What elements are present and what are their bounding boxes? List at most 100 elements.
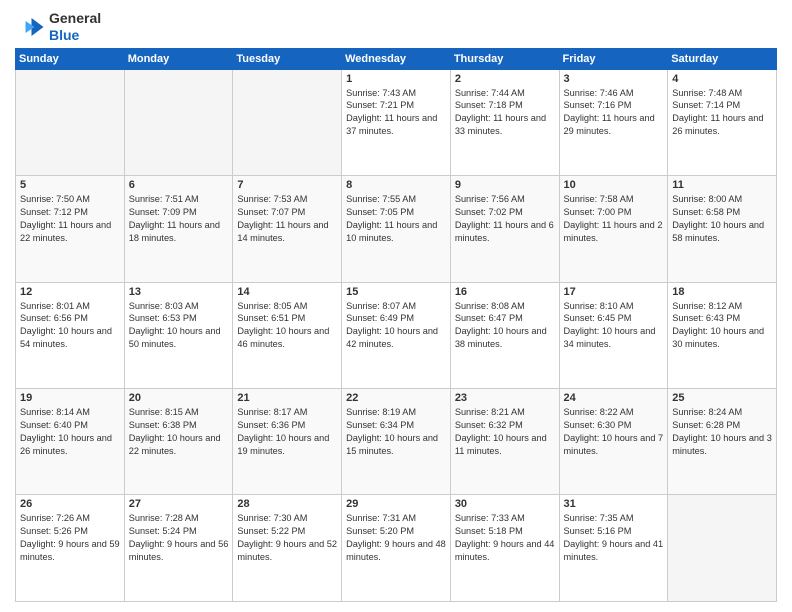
day-number: 4 — [672, 73, 772, 85]
day-number: 29 — [346, 498, 446, 510]
calendar-cell: 10 Sunrise: 7:58 AM Sunset: 7:00 PM Dayli… — [559, 176, 668, 282]
day-number: 16 — [455, 286, 555, 298]
day-number: 30 — [455, 498, 555, 510]
calendar-cell: 9 Sunrise: 7:56 AM Sunset: 7:02 PM Daylig… — [450, 176, 559, 282]
day-info: Sunrise: 8:10 AM Sunset: 6:45 PM Dayligh… — [564, 300, 664, 352]
day-info: Sunrise: 8:03 AM Sunset: 6:53 PM Dayligh… — [129, 300, 229, 352]
day-number: 9 — [455, 179, 555, 191]
calendar-cell: 29 Sunrise: 7:31 AM Sunset: 5:20 PM Dayli… — [342, 495, 451, 602]
day-info: Sunrise: 7:33 AM Sunset: 5:18 PM Dayligh… — [455, 512, 555, 564]
calendar-cell: 6Sunrise: 7:51 AM Sunset: 7:09 PM Daylig… — [124, 176, 233, 282]
day-info: Sunrise: 8:05 AM Sunset: 6:51 PM Dayligh… — [237, 300, 337, 352]
calendar-cell — [16, 69, 125, 175]
day-number: 10 — [564, 179, 664, 191]
day-number: 20 — [129, 392, 229, 404]
day-info: Sunrise: 7:30 AM Sunset: 5:22 PM Dayligh… — [237, 512, 337, 564]
day-info: Sunrise: 8:07 AM Sunset: 6:49 PM Dayligh… — [346, 300, 446, 352]
calendar-cell — [124, 69, 233, 175]
calendar-cell: 21 Sunrise: 8:17 AM Sunset: 6:36 PM Dayli… — [233, 389, 342, 495]
day-info: Sunrise: 8:12 AM Sunset: 6:43 PM Dayligh… — [672, 300, 772, 352]
day-number: 23 — [455, 392, 555, 404]
calendar-cell: 20 Sunrise: 8:15 AM Sunset: 6:38 PM Dayli… — [124, 389, 233, 495]
calendar-cell: 24Sunrise: 8:22 AM Sunset: 6:30 PM Dayli… — [559, 389, 668, 495]
day-number: 2 — [455, 73, 555, 85]
logo-text: General Blue — [49, 10, 101, 44]
header: General Blue — [15, 10, 777, 44]
weekday-tuesday: Tuesday — [233, 48, 342, 69]
day-number: 13 — [129, 286, 229, 298]
calendar-cell: 31Sunrise: 7:35 AM Sunset: 5:16 PM Dayli… — [559, 495, 668, 602]
calendar-cell — [233, 69, 342, 175]
day-info: Sunrise: 7:31 AM Sunset: 5:20 PM Dayligh… — [346, 512, 446, 564]
calendar-cell: 3 Sunrise: 7:46 AM Sunset: 7:16 PM Daylig… — [559, 69, 668, 175]
day-info: Sunrise: 8:17 AM Sunset: 6:36 PM Dayligh… — [237, 406, 337, 458]
calendar-cell: 2Sunrise: 7:44 AM Sunset: 7:18 PM Daylig… — [450, 69, 559, 175]
calendar-cell — [668, 495, 777, 602]
day-info: Sunrise: 7:48 AM Sunset: 7:14 PM Dayligh… — [672, 87, 772, 139]
calendar-cell: 15 Sunrise: 8:07 AM Sunset: 6:49 PM Dayli… — [342, 282, 451, 388]
day-number: 1 — [346, 73, 446, 85]
calendar-cell: 17 Sunrise: 8:10 AM Sunset: 6:45 PM Dayli… — [559, 282, 668, 388]
calendar-cell: 18 Sunrise: 8:12 AM Sunset: 6:43 PM Dayli… — [668, 282, 777, 388]
day-number: 24 — [564, 392, 664, 404]
weekday-monday: Monday — [124, 48, 233, 69]
day-info: Sunrise: 8:24 AM Sunset: 6:28 PM Dayligh… — [672, 406, 772, 458]
day-number: 3 — [564, 73, 664, 85]
day-number: 25 — [672, 392, 772, 404]
day-info: Sunrise: 7:53 AM Sunset: 7:07 PM Dayligh… — [237, 193, 337, 245]
week-row-0: 1 Sunrise: 7:43 AM Sunset: 7:21 PM Daylig… — [16, 69, 777, 175]
day-info: Sunrise: 8:00 AM Sunset: 6:58 PM Dayligh… — [672, 193, 772, 245]
day-info: Sunrise: 8:15 AM Sunset: 6:38 PM Dayligh… — [129, 406, 229, 458]
day-number: 31 — [564, 498, 664, 510]
day-info: Sunrise: 7:46 AM Sunset: 7:16 PM Dayligh… — [564, 87, 664, 139]
calendar-cell: 14 Sunrise: 8:05 AM Sunset: 6:51 PM Dayli… — [233, 282, 342, 388]
calendar-cell: 16 Sunrise: 8:08 AM Sunset: 6:47 PM Dayli… — [450, 282, 559, 388]
weekday-wednesday: Wednesday — [342, 48, 451, 69]
day-number: 18 — [672, 286, 772, 298]
calendar-cell: 23Sunrise: 8:21 AM Sunset: 6:32 PM Dayli… — [450, 389, 559, 495]
calendar-cell: 8 Sunrise: 7:55 AM Sunset: 7:05 PM Daylig… — [342, 176, 451, 282]
day-info: Sunrise: 7:43 AM Sunset: 7:21 PM Dayligh… — [346, 87, 446, 139]
calendar-cell: 12 Sunrise: 8:01 AM Sunset: 6:56 PM Dayli… — [16, 282, 125, 388]
weekday-header-row: SundayMondayTuesdayWednesdayThursdayFrid… — [16, 48, 777, 69]
day-info: Sunrise: 7:55 AM Sunset: 7:05 PM Dayligh… — [346, 193, 446, 245]
week-row-4: 26 Sunrise: 7:26 AM Sunset: 5:26 PM Dayli… — [16, 495, 777, 602]
day-info: Sunrise: 7:26 AM Sunset: 5:26 PM Dayligh… — [20, 512, 120, 564]
day-number: 7 — [237, 179, 337, 191]
calendar-cell: 25 Sunrise: 8:24 AM Sunset: 6:28 PM Dayli… — [668, 389, 777, 495]
day-number: 6 — [129, 179, 229, 191]
day-info: Sunrise: 8:08 AM Sunset: 6:47 PM Dayligh… — [455, 300, 555, 352]
calendar-cell: 19 Sunrise: 8:14 AM Sunset: 6:40 PM Dayli… — [16, 389, 125, 495]
day-number: 21 — [237, 392, 337, 404]
day-info: Sunrise: 7:28 AM Sunset: 5:24 PM Dayligh… — [129, 512, 229, 564]
day-number: 26 — [20, 498, 120, 510]
day-info: Sunrise: 8:19 AM Sunset: 6:34 PM Dayligh… — [346, 406, 446, 458]
calendar-cell: 22Sunrise: 8:19 AM Sunset: 6:34 PM Dayli… — [342, 389, 451, 495]
day-info: Sunrise: 8:01 AM Sunset: 6:56 PM Dayligh… — [20, 300, 120, 352]
day-number: 12 — [20, 286, 120, 298]
day-number: 28 — [237, 498, 337, 510]
calendar-cell: 11 Sunrise: 8:00 AM Sunset: 6:58 PM Dayli… — [668, 176, 777, 282]
calendar-cell: 7 Sunrise: 7:53 AM Sunset: 7:07 PM Daylig… — [233, 176, 342, 282]
day-number: 11 — [672, 179, 772, 191]
calendar: SundayMondayTuesdayWednesdayThursdayFrid… — [15, 48, 777, 602]
weekday-friday: Friday — [559, 48, 668, 69]
calendar-cell: 30 Sunrise: 7:33 AM Sunset: 5:18 PM Dayli… — [450, 495, 559, 602]
logo: General Blue — [15, 10, 101, 44]
day-number: 14 — [237, 286, 337, 298]
weekday-saturday: Saturday — [668, 48, 777, 69]
calendar-cell: 4 Sunrise: 7:48 AM Sunset: 7:14 PM Daylig… — [668, 69, 777, 175]
day-info: Sunrise: 7:50 AM Sunset: 7:12 PM Dayligh… — [20, 193, 120, 245]
weekday-thursday: Thursday — [450, 48, 559, 69]
day-number: 17 — [564, 286, 664, 298]
page: General Blue SundayMondayTuesdayWednesda… — [0, 0, 792, 612]
day-number: 15 — [346, 286, 446, 298]
week-row-3: 19 Sunrise: 8:14 AM Sunset: 6:40 PM Dayli… — [16, 389, 777, 495]
day-number: 5 — [20, 179, 120, 191]
day-info: Sunrise: 7:58 AM Sunset: 7:00 PM Dayligh… — [564, 193, 664, 245]
calendar-cell: 27Sunrise: 7:28 AM Sunset: 5:24 PM Dayli… — [124, 495, 233, 602]
day-info: Sunrise: 7:56 AM Sunset: 7:02 PM Dayligh… — [455, 193, 555, 245]
day-number: 8 — [346, 179, 446, 191]
day-info: Sunrise: 8:14 AM Sunset: 6:40 PM Dayligh… — [20, 406, 120, 458]
day-number: 19 — [20, 392, 120, 404]
